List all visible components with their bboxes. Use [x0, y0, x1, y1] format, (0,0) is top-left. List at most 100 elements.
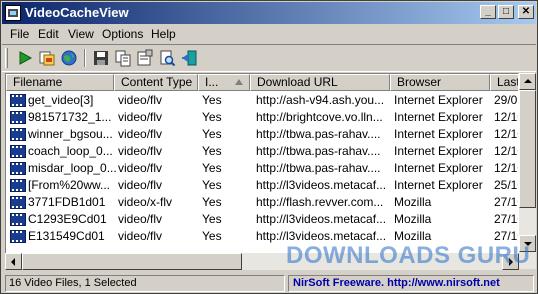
close-button[interactable]: ✕: [518, 5, 534, 19]
status-credit-link[interactable]: NirSoft Freeware. http://www.nirsoft.net: [288, 275, 534, 292]
cell-download-url: http://brightcove.vo.lln...: [256, 110, 383, 124]
minimize-button[interactable]: _: [480, 5, 496, 19]
cell-browser: Internet Explorer: [394, 93, 483, 107]
table-row[interactable]: C1293E9Cd01 video/flv Yes http://l3videos.m…: [6, 211, 518, 228]
cell-i: Yes: [202, 93, 222, 107]
copy-icon[interactable]: [114, 49, 132, 67]
video-file-icon: [10, 145, 26, 158]
cell-content-type: video/flv: [118, 127, 163, 141]
table-row[interactable]: [From%20ww... video/flv Yes http://l3videos…: [6, 177, 518, 194]
app-icon[interactable]: [5, 5, 21, 21]
cell-browser: Mozilla: [394, 195, 432, 209]
cell-filename: [From%20ww...: [28, 178, 111, 192]
menu-options[interactable]: Options: [102, 27, 143, 41]
cell-content-type: video/flv: [118, 178, 163, 192]
table-row[interactable]: 981571732_1... video/flv Yes http://brightc…: [6, 109, 518, 126]
menu-file[interactable]: File: [10, 27, 29, 41]
cell-download-url: http://tbwa.pas-rahav....: [256, 161, 381, 175]
exit-icon[interactable]: [180, 49, 198, 67]
cell-filename: misdar_loop_0...: [28, 161, 116, 175]
downloads-guru-watermark: DOWNLOADS GURU: [286, 242, 531, 269]
copy-files-icon[interactable]: [38, 49, 56, 67]
menu-view[interactable]: View: [68, 27, 94, 41]
video-file-icon: [10, 162, 26, 175]
cell-browser: Internet Explorer: [394, 110, 483, 124]
scroll-up-button[interactable]: [519, 73, 536, 90]
video-file-icon: [10, 111, 26, 124]
table-row[interactable]: winner_bgsou... video/flv Yes http://tbwa.p…: [6, 126, 518, 143]
cell-i: Yes: [202, 127, 222, 141]
cell-last: 27/10: [494, 212, 518, 226]
vertical-scroll-thumb[interactable]: [519, 90, 536, 208]
cell-last: 12/10: [494, 110, 518, 124]
cell-download-url: http://ash-v94.ash.you...: [256, 93, 385, 107]
column-header-last[interactable]: Last ...: [490, 74, 518, 91]
cell-download-url: http://l3videos.metacaf...: [256, 178, 387, 192]
cell-content-type: video/flv: [118, 161, 163, 175]
cell-content-type: video/flv: [118, 212, 163, 226]
cell-browser: Internet Explorer: [394, 127, 483, 141]
title-bar[interactable]: VideoCacheView _ □ ✕: [2, 2, 536, 24]
table-row[interactable]: 3771FDB1d01 video/x-flv Yes http://flash.re…: [6, 194, 518, 211]
cell-i: Yes: [202, 178, 222, 192]
cell-last: 12/10: [494, 127, 518, 141]
video-file-icon: [10, 128, 26, 141]
cell-browser: Internet Explorer: [394, 144, 483, 158]
cell-content-type: video/flv: [118, 110, 163, 124]
scroll-left-button[interactable]: [5, 253, 22, 270]
cell-last: 25/10: [494, 178, 518, 192]
cell-filename: 981571732_1...: [28, 110, 112, 124]
column-header-browser[interactable]: Browser: [390, 74, 490, 91]
cell-download-url: http://tbwa.pas-rahav....: [256, 127, 381, 141]
video-file-icon: [10, 230, 26, 243]
cell-download-url: http://tbwa.pas-rahav....: [256, 144, 381, 158]
column-header-content-type[interactable]: Content Type: [114, 74, 198, 91]
cell-i: Yes: [202, 229, 222, 243]
table-row[interactable]: coach_loop_0... video/flv Yes http://tbwa.p…: [6, 143, 518, 160]
cell-download-url: http://flash.revver.com...: [256, 195, 384, 209]
video-file-icon: [10, 179, 26, 192]
cell-filename: E131549Cd01: [28, 229, 105, 243]
column-header-download-url[interactable]: Download URL: [250, 74, 390, 91]
toolbar-grip[interactable]: [5, 48, 8, 68]
menu-bar: File Edit View Options Help: [2, 25, 536, 43]
web-globe-icon[interactable]: [60, 49, 78, 67]
maximize-button[interactable]: □: [498, 5, 514, 19]
menu-edit[interactable]: Edit: [38, 27, 59, 41]
status-summary: 16 Video Files, 1 Selected: [5, 275, 285, 292]
column-header-filename[interactable]: Filename: [6, 74, 114, 91]
cell-content-type: video/flv: [118, 144, 163, 158]
table-row[interactable]: misdar_loop_0... video/flv Yes http://tbwa.…: [6, 160, 518, 177]
cell-i: Yes: [202, 212, 222, 226]
status-bar: 16 Video Files, 1 Selected NirSoft Freew…: [2, 273, 536, 293]
cell-filename: coach_loop_0...: [28, 144, 113, 158]
cell-i: Yes: [202, 110, 222, 124]
find-icon[interactable]: [158, 49, 176, 67]
properties-icon[interactable]: [136, 49, 154, 67]
menu-help[interactable]: Help: [151, 27, 176, 41]
save-icon[interactable]: [92, 49, 110, 67]
cell-filename: C1293E9Cd01: [28, 212, 107, 226]
cell-i: Yes: [202, 195, 222, 209]
cell-last: 27/10: [494, 195, 518, 209]
toolbar-separator: [84, 49, 86, 67]
cell-last: 29/09: [494, 93, 518, 107]
list-header: Filename Content Type I... Download URL …: [6, 74, 518, 91]
column-header-i[interactable]: I...: [198, 74, 250, 91]
cell-content-type: video/x-flv: [118, 195, 173, 209]
cell-last: 12/10: [494, 144, 518, 158]
video-file-icon: [10, 213, 26, 226]
cell-browser: Mozilla: [394, 212, 432, 226]
table-row[interactable]: get_video[3] video/flv Yes http://ash-v94.a…: [6, 92, 518, 109]
horizontal-scroll-thumb[interactable]: [22, 253, 242, 270]
cell-browser: Internet Explorer: [394, 178, 483, 192]
video-file-icon: [10, 94, 26, 107]
app-window: VideoCacheView _ □ ✕ File Edit View Opti…: [0, 0, 538, 294]
window-title: VideoCacheView: [25, 5, 129, 20]
sort-ascending-icon: [235, 79, 243, 85]
cell-content-type: video/flv: [118, 93, 163, 107]
cell-i: Yes: [202, 144, 222, 158]
play-icon[interactable]: [16, 49, 34, 67]
cell-filename: get_video[3]: [28, 93, 94, 107]
cell-download-url: http://l3videos.metacaf...: [256, 212, 387, 226]
